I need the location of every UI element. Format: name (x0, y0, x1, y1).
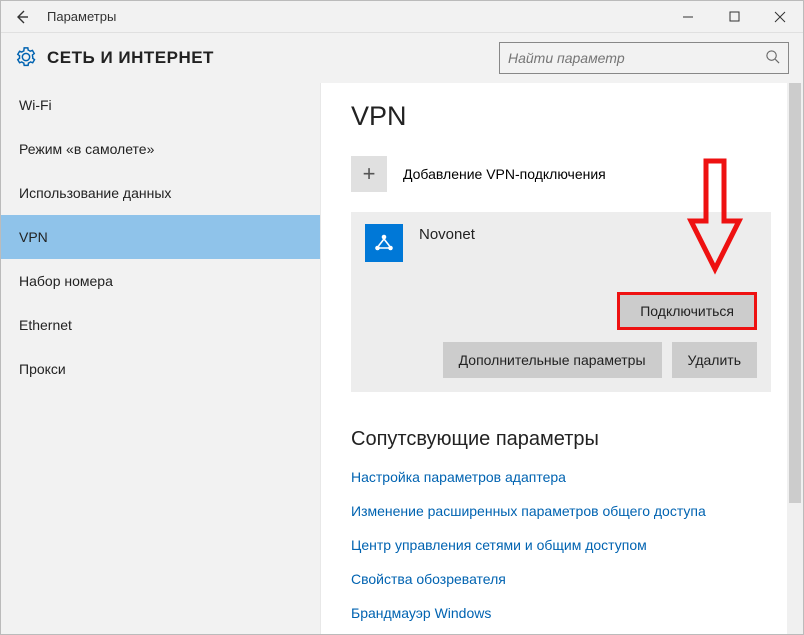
link-browser-properties[interactable]: Свойства обозревателя (351, 571, 803, 587)
main-panel: VPN + Добавление VPN-подключения Novonet… (321, 83, 803, 634)
related-heading: Сопутсвующие параметры (351, 428, 803, 451)
connect-button[interactable]: Подключиться (617, 292, 757, 330)
scrollbar-thumb[interactable] (789, 83, 801, 503)
vpn-connection-card: Novonet Подключиться Дополнительные пара… (351, 212, 771, 392)
delete-button[interactable]: Удалить (672, 342, 757, 378)
back-button[interactable] (1, 1, 43, 33)
link-sharing-settings[interactable]: Изменение расширенных параметров общего … (351, 503, 803, 519)
vpn-connection-header[interactable]: Novonet (365, 224, 757, 262)
scrollbar[interactable] (787, 83, 803, 634)
window-title: Параметры (43, 9, 665, 24)
minimize-button[interactable] (665, 1, 711, 33)
link-network-center[interactable]: Центр управления сетями и общим доступом (351, 537, 803, 553)
sidebar-item-dialup[interactable]: Набор номера (1, 259, 320, 303)
sidebar-item-vpn[interactable]: VPN (1, 215, 320, 259)
plus-icon: + (351, 156, 387, 192)
search-icon (765, 49, 780, 67)
vpn-connection-name: Novonet (419, 224, 475, 243)
advanced-options-button[interactable]: Дополнительные параметры (443, 342, 662, 378)
add-vpn-row[interactable]: + Добавление VPN-подключения (351, 156, 803, 192)
sidebar: Wi-Fi Режим «в самолете» Использование д… (1, 83, 321, 634)
titlebar: Параметры (1, 1, 803, 33)
add-vpn-label: Добавление VPN-подключения (403, 166, 606, 182)
sidebar-item-proxy[interactable]: Прокси (1, 347, 320, 391)
page-title: VPN (351, 101, 803, 132)
link-firewall[interactable]: Брандмауэр Windows (351, 605, 803, 621)
sidebar-item-ethernet[interactable]: Ethernet (1, 303, 320, 347)
vpn-icon (365, 224, 403, 262)
gear-icon (15, 46, 37, 71)
search-box[interactable] (499, 42, 789, 74)
sidebar-item-data-usage[interactable]: Использование данных (1, 171, 320, 215)
link-adapter-settings[interactable]: Настройка параметров адаптера (351, 469, 803, 485)
close-button[interactable] (757, 1, 803, 33)
search-input[interactable] (508, 50, 765, 66)
sidebar-item-airplane[interactable]: Режим «в самолете» (1, 127, 320, 171)
page-category-title: СЕТЬ И ИНТЕРНЕТ (47, 48, 499, 68)
sidebar-item-wifi[interactable]: Wi-Fi (1, 83, 320, 127)
header: СЕТЬ И ИНТЕРНЕТ (1, 33, 803, 83)
maximize-button[interactable] (711, 1, 757, 33)
related-settings: Сопутсвующие параметры Настройка парамет… (351, 428, 803, 621)
